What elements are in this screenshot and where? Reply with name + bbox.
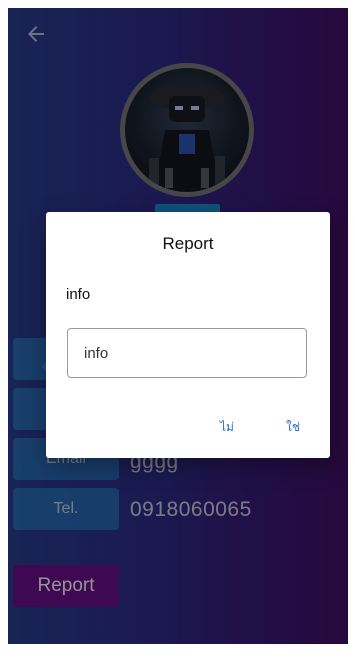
report-dialog: Report info ไม่ ใช่: [46, 212, 330, 458]
dialog-message: info: [66, 286, 91, 303]
report-info-input[interactable]: [67, 328, 307, 378]
confirm-button[interactable]: ใช่: [286, 418, 300, 437]
cancel-button[interactable]: ไม่: [220, 418, 234, 437]
dialog-title: Report: [162, 234, 214, 253]
